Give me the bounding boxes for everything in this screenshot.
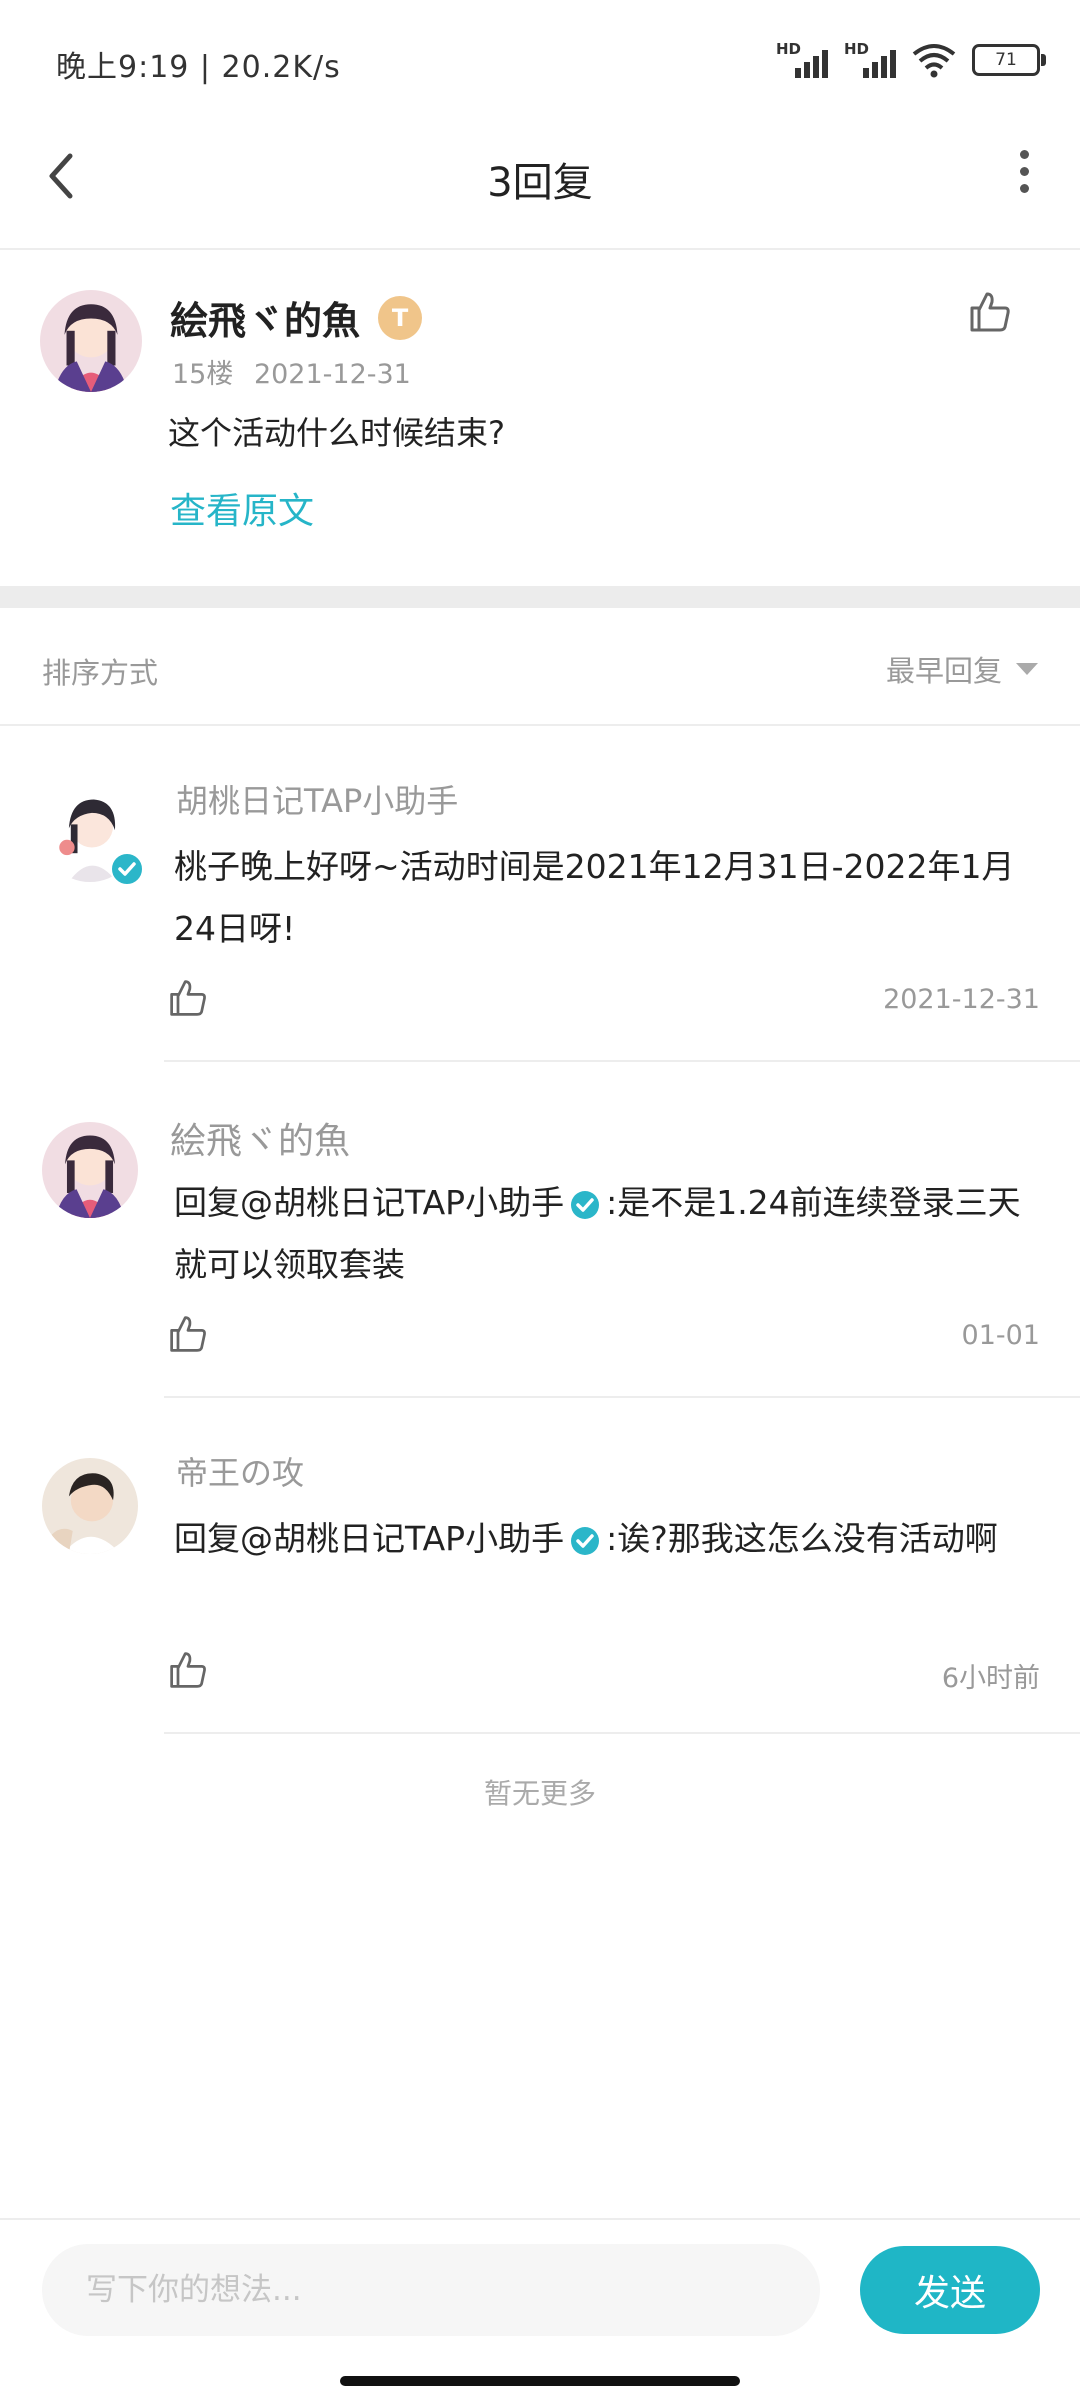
section-divider xyxy=(0,586,1080,608)
reply-content: 桃子晚上好呀~活动时间是2021年12月31日-2022年1月24日呀! xyxy=(174,847,1015,948)
send-button[interactable]: 发送 xyxy=(860,2246,1040,2334)
level-badge: T xyxy=(378,296,422,340)
thumbs-up-icon[interactable] xyxy=(168,978,208,1018)
reply-author[interactable]: 帝王の攻 xyxy=(176,1448,304,1494)
signal-strength-icon: HD xyxy=(844,40,896,80)
more-options-icon[interactable] xyxy=(1012,150,1036,198)
sort-bar: 排序方式 最早回复 xyxy=(0,608,1080,726)
reply-author[interactable]: 胡桃日记TAP小助手 xyxy=(176,776,458,822)
no-more-label: 暂无更多 xyxy=(483,1777,596,1810)
avatar[interactable] xyxy=(42,1458,138,1554)
reply-item: 絵飛ヾ的魚 回复@胡桃日记TAP小助手:是不是1.24前连续登录三天就可以领取套… xyxy=(0,1062,1080,1398)
battery-icon: 71 xyxy=(972,44,1046,76)
floor-number: 15楼 xyxy=(172,359,234,390)
header-bar: 3回复 xyxy=(0,110,1080,250)
reply-to-mention[interactable]: 回复@胡桃日记TAP小助手 xyxy=(174,1519,564,1558)
comment-composer: 发送 xyxy=(0,2218,1080,2402)
wifi-icon xyxy=(912,44,956,78)
post-meta: 15楼 2021-12-31 xyxy=(172,352,411,391)
reply-time: 6小时前 xyxy=(941,1663,1040,1694)
status-bar: 晚上9:19 | 20.2K/s HD HD 71 xyxy=(0,0,1080,110)
status-icons: HD HD 71 xyxy=(776,40,1046,80)
avatar[interactable] xyxy=(42,1122,138,1218)
signal-strength-icon: HD xyxy=(776,40,828,80)
reply-time: 01-01 xyxy=(961,1320,1040,1351)
reply-content: 回复@胡桃日记TAP小助手 :诶?那我这怎么没有活动啊 xyxy=(174,1508,1044,1570)
reply-author[interactable]: 絵飛ヾ的魚 xyxy=(170,1112,350,1164)
author-name[interactable]: 絵飛ヾ的魚 xyxy=(170,290,360,345)
thumbs-up-icon[interactable] xyxy=(168,1650,208,1690)
view-original-link[interactable]: 查看原文 xyxy=(170,482,314,534)
page-title: 3回复 xyxy=(487,160,593,206)
reply-divider xyxy=(164,1732,1080,1734)
reply-content: 回复@胡桃日记TAP小助手:是不是1.24前连续登录三天就可以领取套装 xyxy=(174,1172,1044,1296)
thumbs-up-icon[interactable] xyxy=(168,1314,208,1354)
verified-icon xyxy=(571,1526,600,1555)
post-date: 2021-12-31 xyxy=(253,359,411,390)
reply-time: 2021-12-31 xyxy=(883,984,1040,1015)
reply-body: :诶?那我这怎么没有活动啊 xyxy=(606,1519,998,1558)
home-indicator[interactable] xyxy=(340,2376,740,2386)
battery-level: 71 xyxy=(995,50,1017,70)
comment-input[interactable] xyxy=(42,2244,820,2336)
comment-content: 这个活动什么时候结束? xyxy=(168,414,505,452)
verified-icon xyxy=(110,852,144,886)
sort-selected-value: 最早回复 xyxy=(885,654,1002,688)
verified-icon xyxy=(571,1190,600,1219)
reply-item: 帝王の攻 回复@胡桃日记TAP小助手 :诶?那我这怎么没有活动啊 6小时前 xyxy=(0,1398,1080,1734)
sort-order-dropdown[interactable]: 最早回复 xyxy=(886,648,1038,690)
reply-item: 胡桃日记TAP小助手 桃子晚上好呀~活动时间是2021年12月31日-2022年… xyxy=(0,726,1080,1062)
avatar[interactable] xyxy=(40,290,142,392)
reply-to-mention[interactable]: 回复@胡桃日记TAP小助手 xyxy=(174,1183,564,1222)
original-comment: 絵飛ヾ的魚 T 15楼 2021-12-31 这个活动什么时候结束? 查看原文 xyxy=(0,250,1080,586)
thumbs-up-icon[interactable] xyxy=(968,290,1012,334)
sort-label: 排序方式 xyxy=(42,656,159,690)
caret-down-icon xyxy=(1016,663,1038,675)
status-time-speed: 晚上9:19 | 20.2K/s xyxy=(56,50,341,85)
